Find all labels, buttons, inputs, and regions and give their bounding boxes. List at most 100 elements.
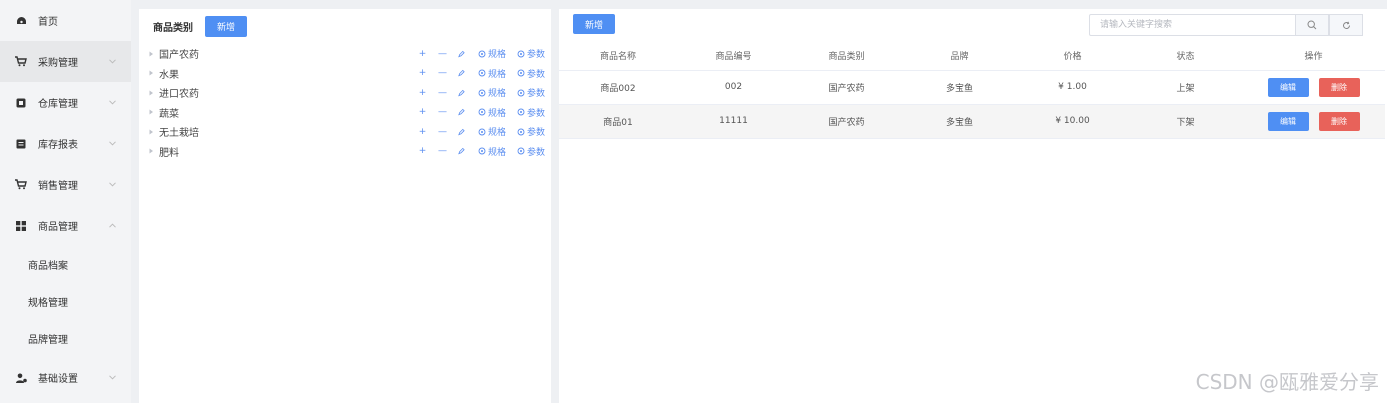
warehouse-icon	[14, 96, 28, 110]
add-child-button[interactable]: +	[418, 68, 427, 78]
spec-link[interactable]: 规格	[478, 145, 506, 158]
tree-node-actions: + — 规格 参数	[407, 83, 545, 103]
edit-node-button[interactable]	[458, 89, 467, 97]
search-input[interactable]	[1089, 14, 1296, 36]
edit-node-button[interactable]	[458, 147, 467, 155]
tree-node-actions: + — 规格 参数	[407, 44, 545, 64]
chevron-down-icon	[107, 373, 117, 383]
add-child-button[interactable]: +	[418, 146, 427, 156]
tree-node[interactable]: 肥料 + — 规格 参数	[139, 142, 551, 162]
add-child-button[interactable]: +	[418, 127, 427, 137]
nav-label: 采购管理	[38, 58, 78, 69]
sub-item-product-archive[interactable]: 商品档案	[0, 246, 131, 283]
remove-node-button[interactable]: —	[438, 49, 447, 59]
table-cell-name: 商品002	[559, 70, 677, 105]
spec-link[interactable]: 规格	[478, 86, 506, 99]
param-label: 参数	[526, 147, 545, 158]
tree-node[interactable]: 无土栽培 + — 规格 参数	[139, 122, 551, 142]
add-child-button[interactable]: +	[418, 107, 427, 117]
caret-right-icon[interactable]	[147, 108, 155, 116]
caret-right-icon[interactable]	[147, 89, 155, 97]
nav-label: 销售管理	[38, 181, 78, 192]
edit-node-button[interactable]	[458, 108, 467, 116]
table-cell-category: 国产农药	[790, 70, 903, 105]
spec-link[interactable]: 规格	[478, 106, 506, 119]
sub-item-spec-management[interactable]: 规格管理	[0, 283, 131, 320]
spec-link[interactable]: 规格	[478, 125, 506, 138]
edit-icon	[458, 109, 465, 116]
tree-node-label: 水果	[159, 69, 179, 81]
gear-icon	[478, 50, 486, 58]
product-toolbar: 新增	[559, 9, 1387, 41]
sub-item-brand-management[interactable]: 品牌管理	[0, 320, 131, 357]
param-label: 参数	[526, 108, 545, 119]
caret-right-icon[interactable]	[147, 50, 155, 58]
gear-icon	[478, 147, 486, 155]
param-link[interactable]: 参数	[517, 47, 545, 60]
column-header: 操作	[1242, 41, 1385, 71]
add-child-button[interactable]: +	[418, 88, 427, 98]
param-link[interactable]: 参数	[517, 125, 545, 138]
caret-right-icon[interactable]	[147, 128, 155, 136]
param-link[interactable]: 参数	[517, 86, 545, 99]
caret-right-icon[interactable]	[147, 147, 155, 155]
add-category-button[interactable]: 新增	[205, 16, 248, 37]
edit-icon	[458, 128, 465, 136]
gear-icon	[517, 50, 525, 58]
add-product-button[interactable]: 新增	[573, 14, 616, 34]
tree-node[interactable]: 水果 + — 规格 参数	[139, 64, 551, 84]
table-cell-brand: 多宝鱼	[903, 70, 1016, 105]
chevron-down-icon	[107, 98, 117, 108]
table-cell-code: 002	[677, 70, 790, 105]
remove-node-button[interactable]: —	[438, 88, 447, 98]
category-panel: 商品类别 新增 国产农药 + — 规格 参数 水果 + — 规格 参数 进口农药…	[139, 9, 551, 403]
caret-right-icon[interactable]	[147, 69, 155, 77]
gear-icon	[517, 89, 525, 97]
add-child-button[interactable]: +	[418, 49, 427, 59]
edit-node-button[interactable]	[458, 128, 467, 136]
nav-item-basic-settings[interactable]: 基础设置	[0, 357, 131, 398]
param-label: 参数	[526, 128, 545, 139]
gear-icon	[517, 147, 525, 155]
nav-item-inventory-report[interactable]: 库存报表	[0, 123, 131, 164]
delete-button[interactable]: 删除	[1318, 77, 1360, 97]
nav-label: 仓库管理	[38, 99, 78, 110]
nav-item-home[interactable]: 首页	[0, 0, 131, 41]
spec-link[interactable]: 规格	[478, 47, 506, 60]
param-link[interactable]: 参数	[517, 106, 545, 119]
remove-node-button[interactable]: —	[438, 146, 447, 156]
tree-node-actions: + — 规格 参数	[407, 64, 545, 84]
spec-label: 规格	[487, 147, 506, 158]
nav-item-warehouse[interactable]: 仓库管理	[0, 82, 131, 123]
nav-item-sales[interactable]: 销售管理	[0, 164, 131, 205]
tree-node[interactable]: 国产农药 + — 规格 参数	[139, 44, 551, 64]
nav-label: 库存报表	[38, 140, 78, 151]
nav-item-purchase[interactable]: 采购管理	[0, 41, 131, 82]
remove-node-button[interactable]: —	[438, 127, 447, 137]
gear-icon	[517, 69, 525, 77]
param-link[interactable]: 参数	[517, 145, 545, 158]
param-link[interactable]: 参数	[517, 67, 545, 80]
edit-button[interactable]: 编辑	[1267, 111, 1309, 131]
tree-node[interactable]: 蔬菜 + — 规格 参数	[139, 103, 551, 123]
table-cell-actions: 编辑 删除	[1242, 70, 1385, 105]
remove-node-button[interactable]: —	[438, 68, 447, 78]
tree-node[interactable]: 进口农药 + — 规格 参数	[139, 83, 551, 103]
category-panel-header: 商品类别 新增	[139, 9, 551, 44]
edit-node-button[interactable]	[458, 69, 467, 77]
edit-node-button[interactable]	[458, 50, 467, 58]
column-header: 商品编号	[677, 41, 790, 71]
product-table: 商品名称 商品编号 商品类别 品牌 价格 状态 操作 商品002 002 国产农药 多宝鱼 ¥ 1.…	[559, 41, 1385, 139]
search-icon	[1307, 20, 1317, 30]
tree-node-label: 进口农药	[159, 89, 199, 101]
refresh-button[interactable]	[1329, 14, 1363, 36]
edit-button[interactable]: 编辑	[1267, 77, 1309, 97]
table-cell-status: 下架	[1129, 104, 1242, 139]
nav-item-products[interactable]: 商品管理	[0, 205, 131, 246]
remove-node-button[interactable]: —	[438, 107, 447, 117]
delete-button[interactable]: 删除	[1318, 111, 1360, 131]
search-button[interactable]	[1295, 14, 1329, 36]
spec-link[interactable]: 规格	[478, 67, 506, 80]
watermark: CSDN @瓯雅爱分享	[1195, 370, 1379, 394]
table-cell-price: ¥ 10.00	[1016, 104, 1129, 139]
